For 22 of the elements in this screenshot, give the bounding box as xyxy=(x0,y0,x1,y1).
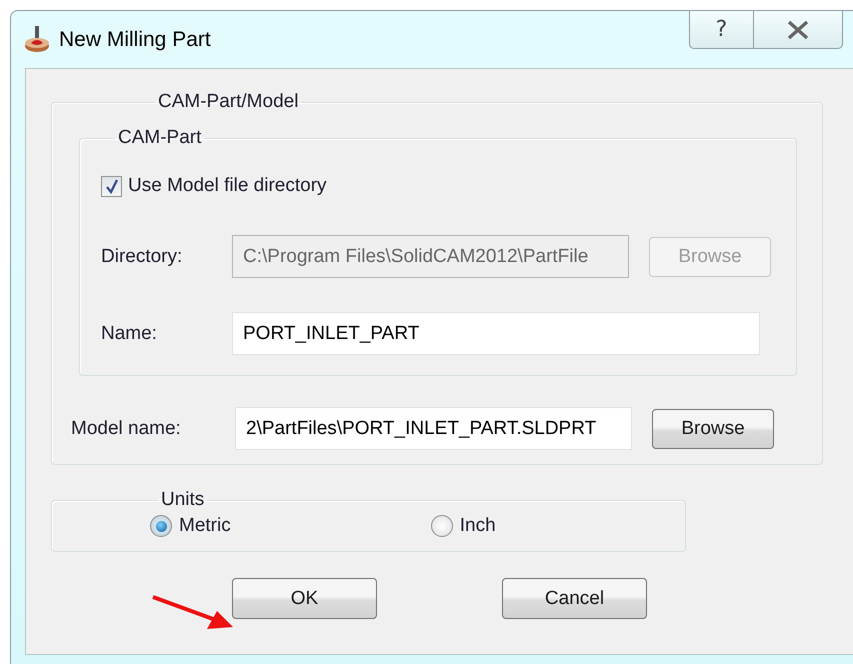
browse-button[interactable]: Browse xyxy=(652,408,774,448)
model-name-field[interactable]: 2\PartFiles\PORT_INLET_PART.SLDPRT xyxy=(235,407,632,450)
group-title: CAM-Part xyxy=(117,127,202,149)
close-button[interactable] xyxy=(753,11,843,49)
model-name-label: Model name: xyxy=(71,418,182,440)
radio-label: Metric xyxy=(179,515,231,537)
close-icon xyxy=(786,20,810,40)
radio-label: Inch xyxy=(460,515,496,537)
directory-label: Directory: xyxy=(101,246,184,268)
name-field[interactable]: PORT_INLET_PART xyxy=(232,312,760,355)
group-title: Units xyxy=(160,489,206,511)
use-model-dir-checkbox[interactable]: Use Model file directory xyxy=(101,175,327,197)
window-title: New Milling Part xyxy=(59,28,211,52)
check-icon xyxy=(104,178,118,194)
name-label: Name: xyxy=(101,322,158,344)
cancel-button[interactable]: Cancel xyxy=(502,578,647,619)
ok-button[interactable]: OK xyxy=(232,578,377,619)
help-button[interactable]: ? xyxy=(689,11,753,49)
group-title: CAM-Part/Model xyxy=(157,91,300,113)
milling-part-icon xyxy=(23,24,51,54)
radio-button[interactable] xyxy=(150,515,172,537)
radio-button[interactable] xyxy=(430,515,453,537)
